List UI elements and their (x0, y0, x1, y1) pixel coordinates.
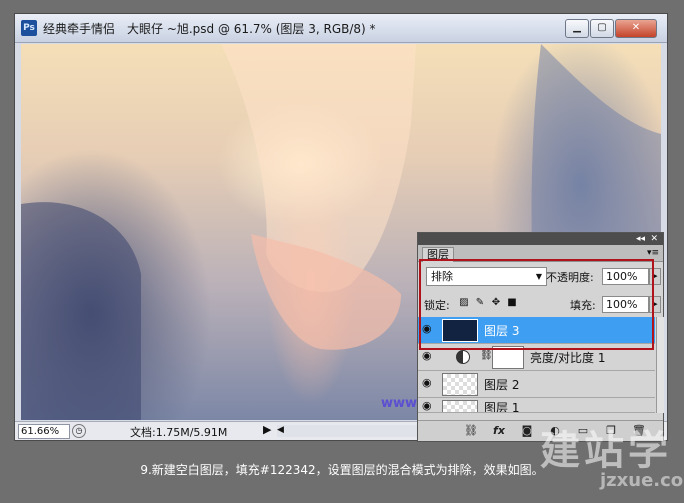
photoshop-app-icon: Ps (21, 20, 37, 36)
status-menu-arrow[interactable]: ▶ (263, 423, 271, 436)
adjustment-layer-icon (456, 350, 470, 364)
panel-header-strip: ◂◂ ✕ (418, 233, 663, 245)
visibility-eye-icon[interactable]: ◉ (422, 377, 436, 389)
layer-row-2[interactable]: ◉ 图层 2 (418, 371, 655, 398)
status-info-icon[interactable]: ◷ (72, 424, 86, 438)
visibility-eye-icon[interactable]: ◉ (422, 350, 436, 362)
document-title: 经典牵手情侣 大眼仔 ~旭.psd @ 61.7% (图层 3, RGB/8) … (43, 22, 376, 36)
document-info: 文档:1.75M/5.91M (130, 426, 228, 439)
horizontal-scrollbar[interactable]: ◀ (277, 425, 427, 437)
layer-name: 亮度/对比度 1 (530, 351, 606, 365)
zoom-field[interactable]: 61.66% (18, 424, 70, 439)
title-bar[interactable]: Ps 经典牵手情侣 大眼仔 ~旭.psd @ 61.7% (图层 3, RGB/… (15, 14, 667, 43)
scroll-left-icon[interactable]: ◀ (277, 425, 284, 435)
tutorial-caption: 9.新建空白图层，填充#122342，设置图层的混合模式为排除，效果如图。 (140, 463, 544, 477)
link-chain-icon: ⛓ (480, 350, 493, 361)
maximize-button[interactable]: ▢ (590, 19, 614, 38)
fx-icon[interactable]: fx (492, 424, 506, 438)
panel-menu-icon[interactable]: ▾≡ (647, 248, 659, 258)
collapse-icon[interactable]: ◂◂ (636, 233, 645, 245)
red-highlight-box (419, 259, 654, 350)
layer-thumbnail (442, 400, 478, 412)
layer-row-1[interactable]: ◉ 图层 1 (418, 398, 655, 413)
layers-scrollbar[interactable] (656, 317, 664, 413)
link-icon[interactable]: ⛓ (464, 424, 478, 438)
layer-name: 图层 1 (484, 401, 520, 413)
panel-close-icon[interactable]: ✕ (650, 233, 658, 245)
layer-name: 图层 2 (484, 378, 520, 392)
layer-thumbnail (442, 373, 478, 396)
minimize-button[interactable]: ▁ (565, 19, 589, 38)
mask-icon[interactable]: ◙ (520, 424, 534, 438)
close-button[interactable]: ✕ (615, 19, 657, 38)
visibility-eye-icon[interactable]: ◉ (422, 400, 436, 412)
